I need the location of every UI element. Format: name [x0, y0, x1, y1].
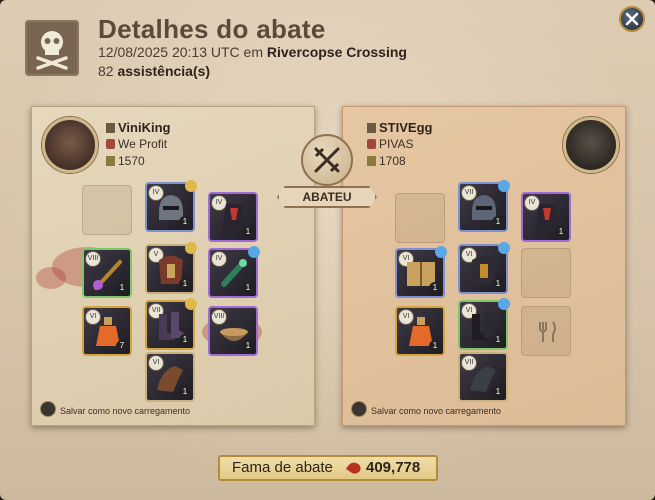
slot-mainhand[interactable]: VIII 1 [82, 248, 132, 298]
slot-offhand[interactable]: IV 1 [208, 246, 260, 298]
enchant-icon [248, 246, 260, 258]
save-loadout-label: Salvar como novo carregamento [371, 406, 502, 416]
item-quantity: 1 [242, 340, 254, 352]
victim-name-row: STIVEgg [367, 120, 432, 135]
enchant-icon [185, 180, 197, 192]
item-quantity: 1 [429, 340, 441, 352]
item-quantity: 1 [179, 216, 191, 228]
slot-potion[interactable]: VI 1 [395, 306, 445, 356]
victim-avatar[interactable] [563, 117, 619, 173]
item-quantity: 1 [179, 386, 191, 398]
item-quantity: 1 [242, 282, 254, 294]
save-icon [40, 401, 56, 417]
close-button[interactable] [619, 6, 645, 32]
killer-panel: ViniKing We Profit 1570 IV 1 IV 1 VIII 1… [31, 106, 315, 426]
kill-medal [301, 134, 353, 186]
kill-badge: ABATEU [277, 186, 377, 208]
player-icon [367, 123, 376, 133]
item-quantity: 1 [242, 226, 254, 238]
slot-offhand[interactable] [521, 248, 571, 298]
page-title: Detalhes do abate [98, 14, 326, 44]
victim-ip-row: 1708 [367, 154, 406, 168]
victim-panel: STIVEgg PIVAS 1708 VII 1 IV 1 VI 1 VI 1 [342, 106, 626, 426]
victim-guild-row: PIVAS [367, 137, 413, 151]
enchant-icon [498, 298, 510, 310]
slot-cape[interactable]: IV 1 [521, 192, 571, 242]
assist-label: assistência(s) [117, 63, 211, 79]
ip-icon [367, 156, 376, 166]
kill-fame-label: Fama de abate [232, 459, 333, 476]
save-loadout-label: Salvar como novo carregamento [60, 406, 191, 416]
fork-knife-icon [539, 321, 556, 342]
slot-armor[interactable]: V 1 [145, 242, 197, 294]
victim-ip: 1708 [379, 154, 406, 168]
slot-head[interactable]: IV 1 [145, 180, 197, 232]
item-quantity: 1 [429, 282, 441, 294]
enchant-icon [498, 180, 510, 192]
slot-mount[interactable]: VI 1 [145, 352, 195, 402]
assist-count: 82 [98, 63, 114, 79]
killer-ip: 1570 [118, 154, 145, 168]
player-icon [106, 123, 115, 133]
slot-bag[interactable] [82, 185, 132, 235]
slot-food[interactable] [521, 306, 571, 356]
killer-name[interactable]: ViniKing [118, 120, 170, 135]
killer-guild-row: We Profit [106, 137, 167, 151]
kill-datetime-location: 12/08/2025 20:13 UTC em Rivercopse Cross… [98, 44, 407, 60]
guild-icon [367, 139, 376, 149]
skull-icon [36, 31, 68, 70]
crossed-swords-icon [314, 147, 340, 173]
item-quantity: 1 [116, 282, 128, 294]
save-icon [351, 401, 367, 417]
killer-guild: We Profit [118, 137, 168, 151]
assist-info: 82 assistência(s) [98, 63, 210, 79]
kill-datetime: 12/08/2025 20:13 UTC em [98, 44, 263, 60]
item-quantity: 1 [555, 226, 567, 238]
killer-name-row: ViniKing [106, 120, 170, 135]
slot-head[interactable]: VII 1 [458, 180, 510, 232]
slot-food[interactable]: VIII 1 [208, 306, 258, 356]
item-quantity: 1 [179, 278, 191, 290]
item-quantity: 1 [492, 334, 504, 346]
killer-avatar[interactable] [42, 117, 98, 173]
save-loadout-button[interactable]: Salvar como novo carregamento [351, 401, 501, 417]
ip-icon [106, 156, 115, 166]
item-quantity: 7 [116, 340, 128, 352]
item-quantity: 1 [492, 216, 504, 228]
enchant-icon [435, 246, 447, 258]
guild-icon [106, 139, 115, 149]
slot-bag[interactable] [395, 193, 445, 243]
slot-mainhand[interactable]: VI 1 [395, 246, 447, 298]
item-quantity: 1 [179, 334, 191, 346]
kill-details-window: Detalhes do abate 12/08/2025 20:13 UTC e… [0, 0, 655, 500]
kill-fame-value: 409,778 [366, 459, 421, 476]
enchant-icon [185, 242, 197, 254]
victim-name[interactable]: STIVEgg [379, 120, 432, 135]
killer-ip-row: 1570 [106, 154, 145, 168]
kill-location: Rivercopse Crossing [266, 44, 407, 60]
enchant-icon [185, 298, 197, 310]
enchant-icon [498, 242, 510, 254]
blood-drop-icon [346, 462, 361, 474]
slot-armor[interactable]: VI 1 [458, 242, 510, 294]
slot-mount[interactable]: VII 1 [458, 352, 508, 402]
slot-cape[interactable]: IV 1 [208, 192, 258, 242]
blood-stain [36, 267, 66, 289]
save-loadout-button[interactable]: Salvar como novo carregamento [40, 401, 190, 417]
slot-shoes[interactable]: VII 1 [145, 298, 197, 350]
victim-guild: PIVAS [379, 137, 414, 151]
item-quantity: 1 [492, 386, 504, 398]
close-icon [625, 12, 639, 26]
slot-potion[interactable]: VI 7 [82, 306, 132, 356]
slot-shoes[interactable]: VI 1 [458, 298, 510, 350]
kill-fame-bar: Fama de abate 409,778 [218, 455, 438, 481]
skull-badge [25, 20, 79, 76]
item-quantity: 1 [492, 278, 504, 290]
